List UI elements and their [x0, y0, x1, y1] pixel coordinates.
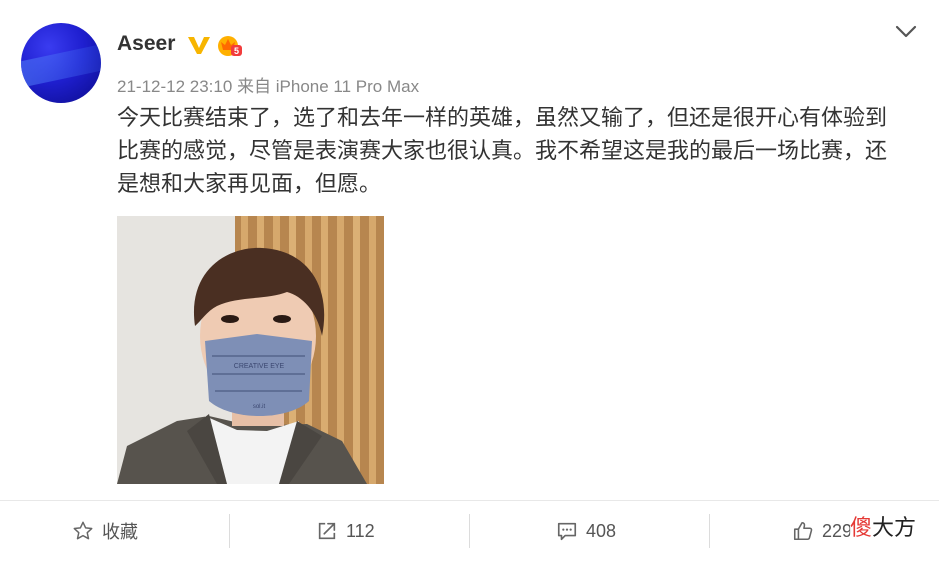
post-meta: 21-12-12 23:10 来自 iPhone 11 Pro Max [117, 77, 420, 96]
share-count: 112 [346, 520, 375, 541]
share-button[interactable]: 112 [316, 517, 375, 545]
photo-illustration: CREATIVE EYE sol.it [117, 216, 384, 484]
watermark-first-char: 傻 [850, 516, 873, 541]
post-photo[interactable]: CREATIVE EYE sol.it [117, 216, 384, 484]
share-icon [318, 522, 336, 540]
like-count: 229 [822, 520, 853, 541]
action-divider [469, 514, 470, 548]
thumbs-up-icon [793, 521, 813, 541]
star-icon [73, 521, 93, 540]
verified-v-icon [188, 37, 210, 54]
action-divider [709, 514, 710, 548]
comment-button[interactable]: 408 [556, 517, 616, 545]
username[interactable]: Aseer [117, 32, 175, 56]
footer-divider [0, 500, 939, 501]
watermark-rest: 大方 [872, 516, 917, 541]
watermark: 傻大方 [850, 510, 917, 542]
mask-text-top: CREATIVE EYE [234, 363, 285, 370]
favorite-button[interactable]: 收藏 [72, 517, 138, 545]
like-button[interactable]: 229 [792, 517, 852, 545]
comment-count: 408 [586, 520, 617, 541]
vip-crown-icon: 5 [218, 36, 242, 56]
post-content: 今天比赛结束了，选了和去年一样的英雄，虽然又输了，但还是很开心有体验到 比赛的感… [117, 106, 888, 197]
mask-text-bottom: sol.it [253, 404, 266, 410]
comment-icon [557, 522, 577, 541]
action-divider [229, 514, 230, 548]
user-avatar[interactable] [21, 23, 101, 103]
favorite-label: 收藏 [102, 522, 138, 542]
chevron-down-icon[interactable] [895, 24, 917, 40]
vip-level: 5 [234, 46, 239, 56]
